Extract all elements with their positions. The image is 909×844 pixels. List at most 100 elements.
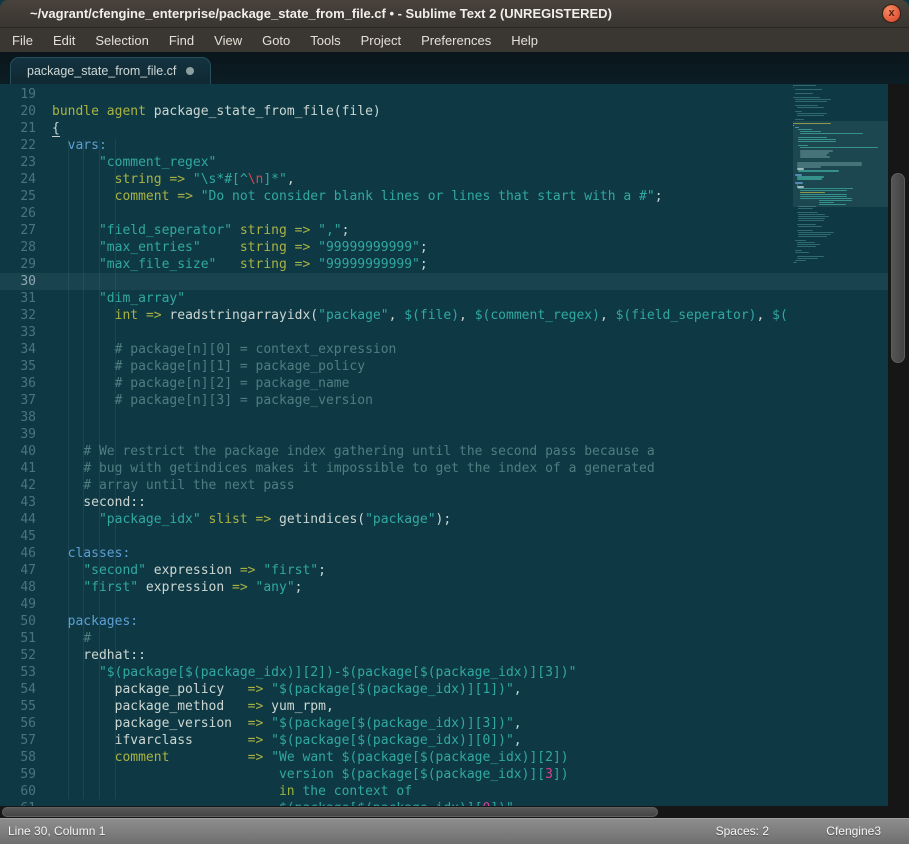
minimap-line <box>793 85 816 86</box>
tab-bar: package_state_from_file.cf <box>0 52 909 84</box>
spaces-indicator[interactable]: Spaces: 2 <box>716 824 769 838</box>
line-number-gutter: 1920212223242526272829303132333435363738… <box>0 86 36 817</box>
menu-item-view[interactable]: View <box>204 30 252 51</box>
vertical-scrollbar-thumb[interactable] <box>891 173 905 363</box>
line-number: 33 <box>0 324 36 341</box>
minimap[interactable] <box>793 85 888 817</box>
code-line: "max_file_size" string => "99999999999"; <box>52 256 804 273</box>
minimap-line <box>793 262 797 263</box>
menu-item-preferences[interactable]: Preferences <box>411 30 501 51</box>
line-number: 21 <box>0 120 36 137</box>
minimap-line <box>797 258 819 259</box>
line-number: 39 <box>0 426 36 443</box>
code-line: # We restrict the package index gatherin… <box>52 443 804 460</box>
line-number: 25 <box>0 188 36 205</box>
minimap-viewport[interactable] <box>793 121 888 207</box>
line-number: 34 <box>0 341 36 358</box>
minimap-line <box>797 230 813 231</box>
minimap-line <box>795 89 822 90</box>
minimap-line <box>797 256 824 257</box>
code-line: # package[n][3] = package_version <box>52 392 804 409</box>
line-number: 59 <box>0 766 36 783</box>
menu-item-selection[interactable]: Selection <box>85 30 158 51</box>
line-number: 30 <box>0 273 36 290</box>
minimap-line <box>798 208 812 209</box>
window-title: ~/vagrant/cfengine_enterprise/package_st… <box>30 6 612 21</box>
code-line: in the context of <box>52 783 804 800</box>
code-line: ifvarclass => "$(package[$(package_idx)]… <box>52 732 804 749</box>
line-number: 19 <box>0 86 36 103</box>
line-number: 47 <box>0 562 36 579</box>
code-line: classes: <box>52 545 804 562</box>
code-line: "package_idx" slist => getindices("packa… <box>52 511 804 528</box>
code-line: bundle agent package_state_from_file(fil… <box>52 103 804 120</box>
minimap-line <box>798 232 834 233</box>
menu-item-edit[interactable]: Edit <box>43 30 85 51</box>
code-line <box>52 426 804 443</box>
line-number: 26 <box>0 205 36 222</box>
close-button[interactable]: x <box>882 4 901 23</box>
minimap-line <box>795 111 802 112</box>
minimap-line <box>797 244 820 245</box>
code-line <box>52 273 804 290</box>
line-number: 51 <box>0 630 36 647</box>
minimap-line <box>798 226 821 227</box>
line-number: 60 <box>0 783 36 800</box>
minimap-line <box>795 93 813 94</box>
line-number: 35 <box>0 358 36 375</box>
line-number: 22 <box>0 137 36 154</box>
menu-item-project[interactable]: Project <box>351 30 411 51</box>
menu-item-file[interactable]: File <box>2 30 43 51</box>
line-number: 24 <box>0 171 36 188</box>
code-line: # bug with getindices makes it impossibl… <box>52 460 804 477</box>
menu-item-find[interactable]: Find <box>159 30 204 51</box>
line-col-indicator: Line 30, Column 1 <box>8 824 105 838</box>
sublime-window: ~/vagrant/cfengine_enterprise/package_st… <box>0 0 909 844</box>
code-line <box>52 528 804 545</box>
minimap-line <box>797 246 817 247</box>
code-line: "comment_regex" <box>52 154 804 171</box>
tab-modified-dot <box>186 67 194 75</box>
line-number: 46 <box>0 545 36 562</box>
minimap-line <box>795 252 809 253</box>
menu-item-tools[interactable]: Tools <box>300 30 350 51</box>
code-line <box>52 596 804 613</box>
line-number: 37 <box>0 392 36 409</box>
minimap-line <box>795 101 827 102</box>
code-line: # package[n][1] = package_policy <box>52 358 804 375</box>
menu-item-goto[interactable]: Goto <box>252 30 300 51</box>
code-line: # array until the next pass <box>52 477 804 494</box>
code-line: "dim_array" <box>52 290 804 307</box>
minimap-line <box>795 99 831 100</box>
minimap-line <box>795 240 806 241</box>
tab-label: package_state_from_file.cf <box>27 64 176 78</box>
minimap-line <box>793 87 794 88</box>
line-number: 38 <box>0 409 36 426</box>
menu-item-help[interactable]: Help <box>501 30 548 51</box>
code-line: string => "\s*#[^\n]*", <box>52 171 804 188</box>
code-line: package_version => "$(package[$(package_… <box>52 715 804 732</box>
code-line: "max_entries" string => "99999999999"; <box>52 239 804 256</box>
code-line <box>52 86 804 103</box>
tab-package-state-from-file[interactable]: package_state_from_file.cf <box>10 57 211 84</box>
line-number: 50 <box>0 613 36 630</box>
code-line: packages: <box>52 613 804 630</box>
line-number: 40 <box>0 443 36 460</box>
code-line: comment => "We want $(package[$(package_… <box>52 749 804 766</box>
horizontal-scrollbar <box>0 806 909 818</box>
code-line: second:: <box>52 494 804 511</box>
line-number: 41 <box>0 460 36 477</box>
line-number: 53 <box>0 664 36 681</box>
code-line: redhat:: <box>52 647 804 664</box>
line-number: 36 <box>0 375 36 392</box>
line-number: 49 <box>0 596 36 613</box>
horizontal-scrollbar-thumb[interactable] <box>2 807 658 817</box>
editor-area[interactable]: 1920212223242526272829303132333435363738… <box>0 84 909 818</box>
line-number: 48 <box>0 579 36 596</box>
code-line <box>52 205 804 222</box>
minimap-line <box>795 250 802 251</box>
syntax-indicator[interactable]: Cfengine3 <box>826 824 881 838</box>
minimap-line <box>797 115 824 116</box>
line-number: 58 <box>0 749 36 766</box>
line-number: 42 <box>0 477 36 494</box>
